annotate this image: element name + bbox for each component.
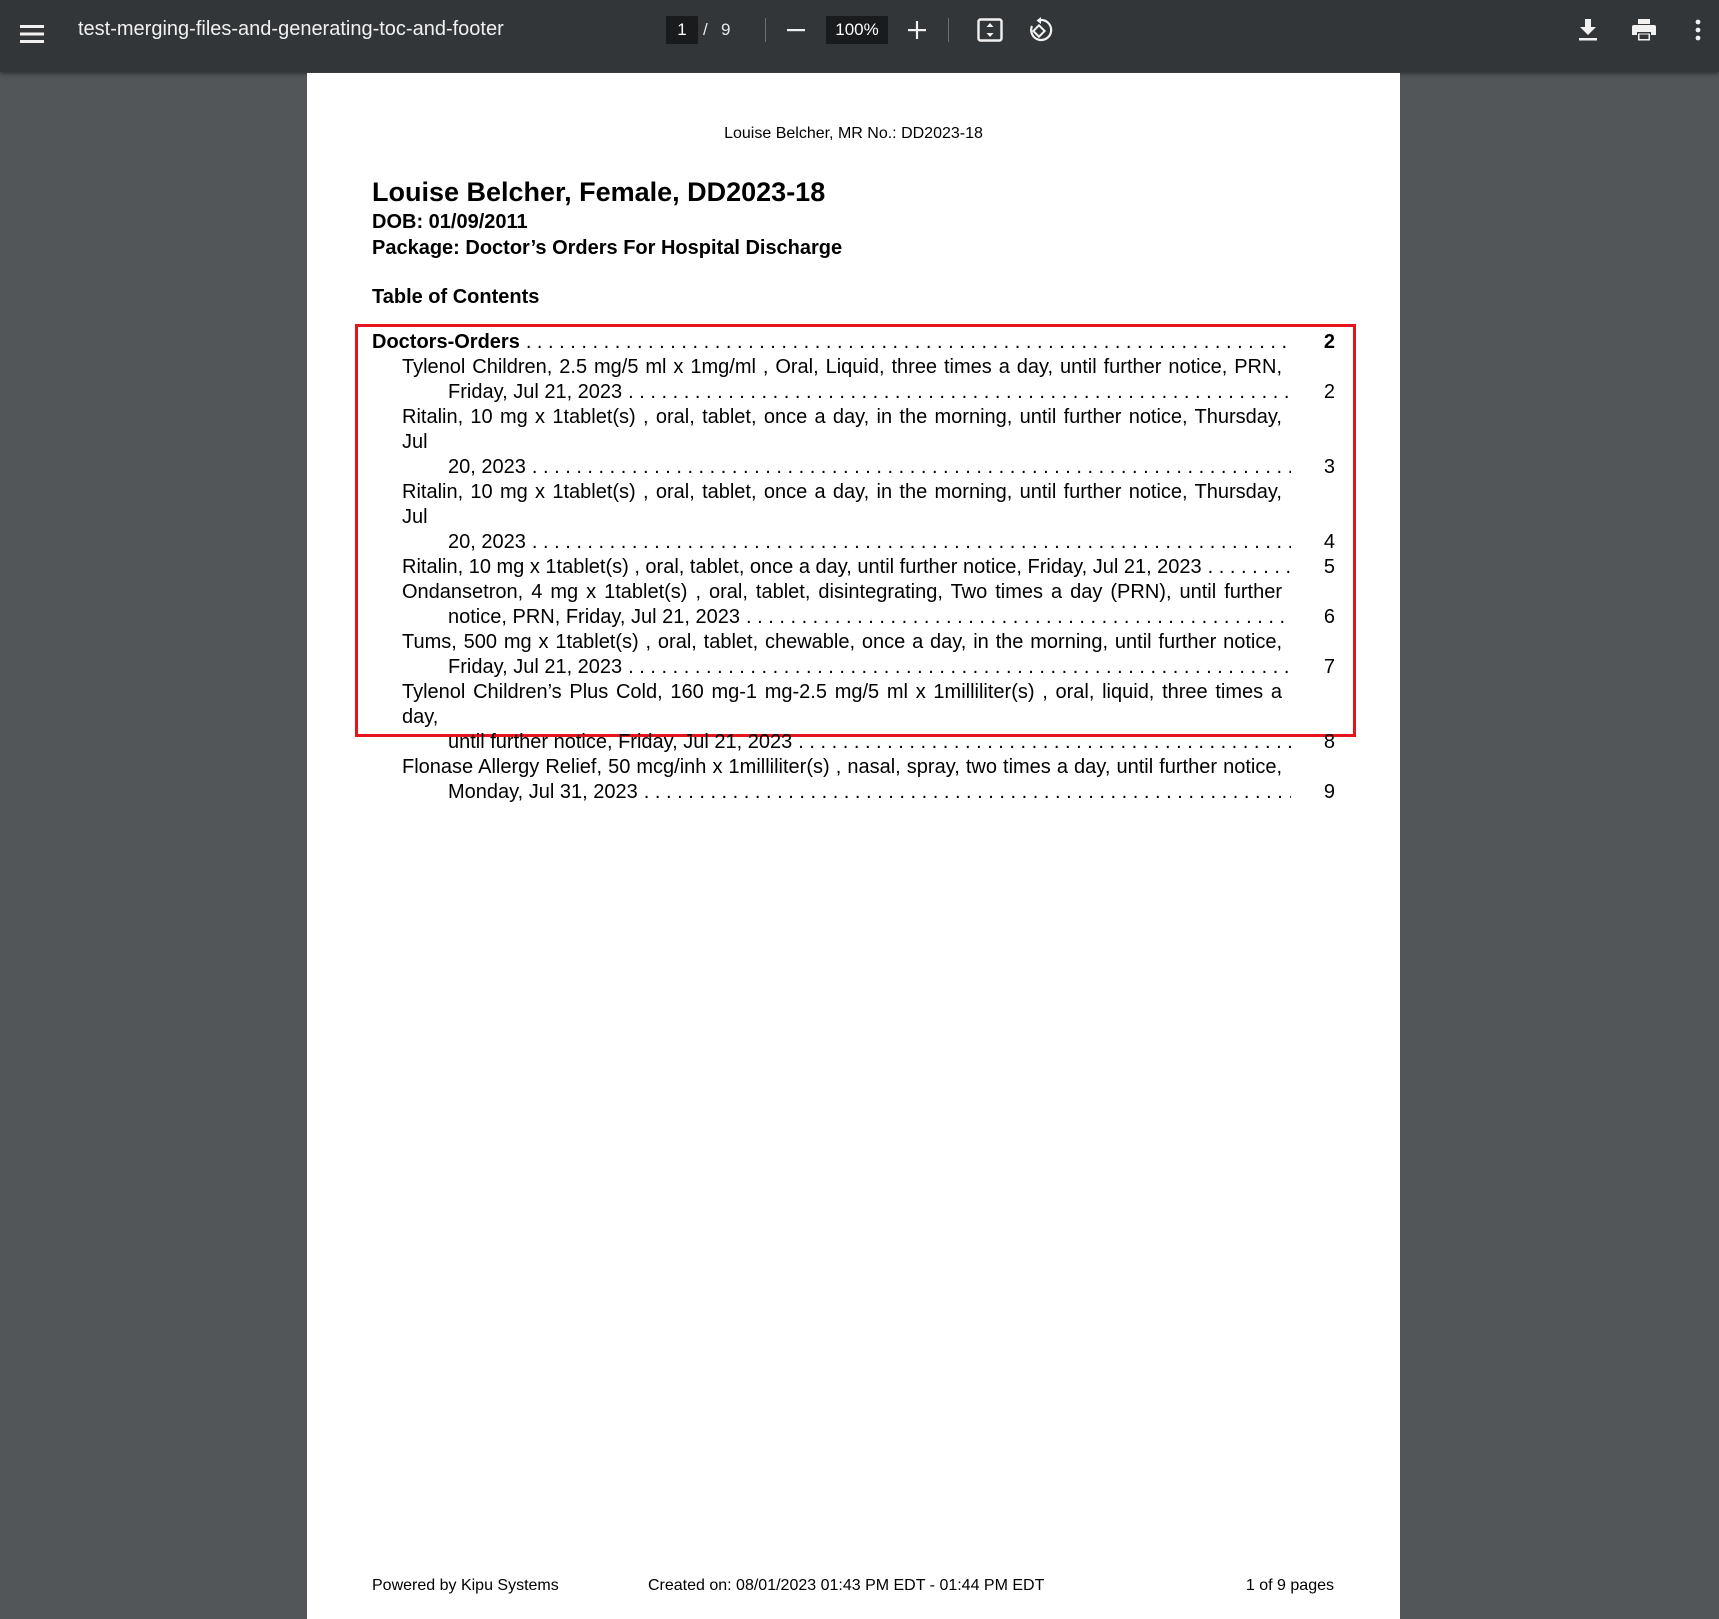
toc-entry-text-cont: 20, 2023 xyxy=(448,531,526,553)
date-of-birth: DOB: 01/09/2011 xyxy=(372,211,528,233)
toc-section-page: 2 xyxy=(1323,331,1335,353)
menu-button[interactable] xyxy=(10,12,54,56)
toc-entry-text-cont: Monday, Jul 31, 2023 xyxy=(448,781,638,803)
package-name: Package: Doctor’s Orders For Hospital Di… xyxy=(372,237,843,259)
download-button[interactable] xyxy=(1568,10,1608,50)
toc-entry-page: 4 xyxy=(1323,531,1335,553)
table-of-contents: Doctors-Orders . . . . . . . . . . . . .… xyxy=(372,330,1335,805)
toc-entry[interactable]: Ritalin, 10 mg x 1tablet(s) , oral, tabl… xyxy=(402,405,1335,480)
toc-entry-text: Ritalin, 10 mg x 1tablet(s) , oral, tabl… xyxy=(402,481,1282,528)
rotate-button[interactable] xyxy=(1020,10,1060,50)
fit-to-page-button[interactable] xyxy=(970,10,1010,50)
running-header: Louise Belcher, MR No.: DD2023-18 xyxy=(724,125,983,142)
toc-entry[interactable]: Ritalin, 10 mg x 1tablet(s) , oral, tabl… xyxy=(402,555,1335,580)
zoom-out-icon xyxy=(787,29,805,32)
toc-entry[interactable]: Tums, 500 mg x 1tablet(s) , oral, tablet… xyxy=(402,630,1335,680)
dot-leader: . . . . . . . . . . . . . . . . . . . . … xyxy=(531,456,1291,478)
dot-leader: . . . . . . . . . . . . . . . . . . . . … xyxy=(525,331,1291,353)
toc-entry-text: Ritalin, 10 mg x 1tablet(s) , oral, tabl… xyxy=(402,556,1202,578)
document-title: test-merging-files-and-generating-toc-an… xyxy=(78,18,504,40)
toc-entry-text-cont: until further notice, Friday, Jul 21, 20… xyxy=(448,731,793,753)
toc-entry-text-cont: notice, PRN, Friday, Jul 21, 2023 xyxy=(448,606,740,628)
toolbar-divider xyxy=(765,18,766,42)
toc-heading: Table of Contents xyxy=(372,286,540,308)
page-total: 9 xyxy=(721,20,731,39)
toc-entry-page: 5 xyxy=(1323,556,1335,578)
dot-leader: . . . . . . . . . . . . . . . . . . . . … xyxy=(628,381,1291,403)
toc-entry-page: 3 xyxy=(1323,456,1335,478)
menu-icon xyxy=(20,25,44,43)
fit-page-icon xyxy=(977,18,1003,42)
zoom-in-button[interactable] xyxy=(897,10,937,50)
print-button[interactable] xyxy=(1624,10,1664,50)
toc-entry-text: Tylenol Children’s Plus Cold, 160 mg-1 m… xyxy=(402,681,1282,728)
print-icon xyxy=(1632,19,1656,41)
toc-entry-page: 8 xyxy=(1323,731,1335,753)
toc-entry-page: 2 xyxy=(1323,381,1335,403)
toc-entry-text: Tums, 500 mg x 1tablet(s) , oral, tablet… xyxy=(402,631,1282,653)
more-vert-icon xyxy=(1695,19,1701,41)
rotate-icon xyxy=(1030,17,1053,42)
toc-section-label: Doctors-Orders xyxy=(372,331,520,353)
toolbar-divider xyxy=(948,18,949,42)
toc-entry[interactable]: Ondansetron, 4 mg x 1tablet(s) , oral, t… xyxy=(402,580,1335,630)
zoom-out-button[interactable] xyxy=(776,10,816,50)
toc-entry-text: Tylenol Children, 2.5 mg/5 ml x 1mg/ml ,… xyxy=(402,356,1282,378)
pdf-toolbar: test-merging-files-and-generating-toc-an… xyxy=(0,0,1719,72)
toc-entry-page: 6 xyxy=(1323,606,1335,628)
toc-entry[interactable]: Tylenol Children’s Plus Cold, 160 mg-1 m… xyxy=(402,680,1335,755)
toc-entry-page: 9 xyxy=(1323,781,1335,803)
toc-entry-text: Ondansetron, 4 mg x 1tablet(s) , oral, t… xyxy=(402,581,1282,603)
dot-leader: . . . . . . . . . . . . . . . . . . . . … xyxy=(643,781,1291,803)
toc-entry-text-cont: Friday, Jul 21, 2023 xyxy=(448,656,623,678)
zoom-in-icon xyxy=(908,21,926,39)
toc-entry[interactable]: Ritalin, 10 mg x 1tablet(s) , oral, tabl… xyxy=(402,480,1335,555)
download-icon xyxy=(1579,19,1597,41)
footer-created-on: Created on: 08/01/2023 01:43 PM EDT - 01… xyxy=(648,1577,1045,1594)
toc-entry-text: Flonase Allergy Relief, 50 mcg/inh x 1mi… xyxy=(402,756,1282,778)
toc-entry-text-cont: Friday, Jul 21, 2023 xyxy=(448,381,623,403)
dot-leader: . . . . . . . . . . . . . . . . . . . . … xyxy=(628,656,1291,678)
dot-leader: . . . . . . . . . . . . . . . . . . . . … xyxy=(746,606,1291,628)
toc-entry-page: 7 xyxy=(1323,656,1335,678)
toc-entry-text: Ritalin, 10 mg x 1tablet(s) , oral, tabl… xyxy=(402,406,1282,453)
toc-entry[interactable]: Tylenol Children, 2.5 mg/5 ml x 1mg/ml ,… xyxy=(402,355,1335,405)
dot-leader: . . . . . . . . . . . . . . . . . . . . … xyxy=(1207,556,1291,578)
toc-section-row[interactable]: Doctors-Orders . . . . . . . . . . . . .… xyxy=(372,330,1335,355)
page-number-input[interactable] xyxy=(666,16,698,44)
page-separator: / xyxy=(703,20,708,39)
zoom-level-input[interactable] xyxy=(826,16,888,44)
footer-page-count: 1 of 9 pages xyxy=(1245,1577,1334,1594)
dot-leader: . . . . . . . . . . . . . . . . . . . . … xyxy=(798,731,1291,753)
more-options-button[interactable] xyxy=(1680,10,1716,50)
toc-entry-text-cont: 20, 2023 xyxy=(448,456,526,478)
patient-title: Louise Belcher, Female, DD2023-18 xyxy=(372,177,826,207)
dot-leader: . . . . . . . . . . . . . . . . . . . . … xyxy=(531,531,1291,553)
pdf-page: Louise Belcher, MR No.: DD2023-18 Louise… xyxy=(307,73,1400,1619)
toc-entry[interactable]: Flonase Allergy Relief, 50 mcg/inh x 1mi… xyxy=(402,755,1335,805)
footer-powered-by: Powered by Kipu Systems xyxy=(372,1577,559,1594)
